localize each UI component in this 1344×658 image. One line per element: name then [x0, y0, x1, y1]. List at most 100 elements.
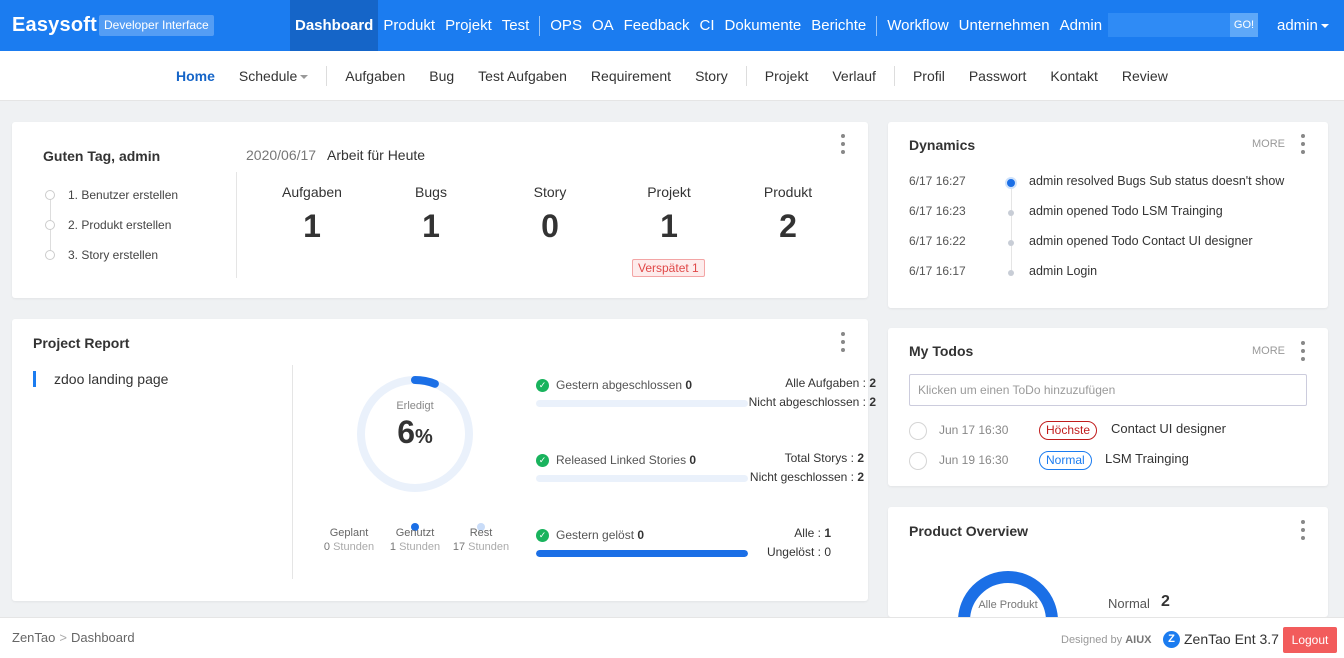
- summary-label: Ungelöst :: [766, 545, 825, 559]
- subnav-home[interactable]: Home: [164, 68, 227, 84]
- subnav-story[interactable]: Story: [683, 68, 740, 84]
- nav-produkt[interactable]: Produkt: [378, 0, 440, 51]
- summary-value: 2: [869, 376, 876, 390]
- subnav-profil[interactable]: Profil: [901, 68, 957, 84]
- summary-label: Alle Aufgaben :: [785, 376, 870, 390]
- version-label[interactable]: ZenTao Ent 3.7: [1184, 631, 1279, 647]
- metric-name-text: Gestern abgeschlossen: [556, 378, 683, 392]
- subnav-projekt[interactable]: Projekt: [753, 68, 821, 84]
- step-item[interactable]: 1. Benutzer erstellen: [44, 186, 178, 216]
- nav-projekt[interactable]: Projekt: [440, 0, 497, 51]
- nav-feedback[interactable]: Feedback: [619, 0, 695, 51]
- todos-menu-icon[interactable]: [1300, 341, 1306, 361]
- todo-date: Jun 17 16:30: [939, 423, 1009, 437]
- dynamics-time: 6/17 16:22: [909, 234, 966, 248]
- stat-aufgaben[interactable]: Aufgaben 1: [262, 184, 362, 245]
- stat-label: Projekt: [647, 184, 691, 200]
- nav-ci[interactable]: CI: [695, 0, 720, 51]
- dynamics-time: 6/17 16:27: [909, 174, 966, 188]
- metric-progress-bar: [536, 475, 748, 482]
- subnav-passwort[interactable]: Passwort: [957, 68, 1039, 84]
- subnav-test-aufgaben[interactable]: Test Aufgaben: [466, 68, 579, 84]
- subnav-divider: [893, 66, 895, 86]
- step-item[interactable]: 3. Story erstellen: [44, 246, 178, 276]
- metric-count: 0: [685, 378, 693, 392]
- breadcrumb-root[interactable]: ZenTao: [12, 630, 55, 645]
- dynamics-more-link[interactable]: MORE: [1252, 138, 1285, 150]
- nav-workflow[interactable]: Workflow: [882, 0, 953, 51]
- nav-unternehmen[interactable]: Unternehmen: [954, 0, 1055, 51]
- nav-test[interactable]: Test: [497, 0, 535, 51]
- summary-value: 0: [824, 545, 831, 559]
- subnav-requirement[interactable]: Requirement: [579, 68, 683, 84]
- hours-label: Geplant: [329, 527, 369, 539]
- nav-berichte[interactable]: Berichte: [806, 0, 871, 51]
- check-circle-icon: ✓: [536, 379, 549, 392]
- add-todo-input[interactable]: [909, 374, 1307, 406]
- summary-label: Nicht abgeschlossen :: [748, 395, 870, 409]
- stat-value: 0: [541, 208, 559, 244]
- subnav-divider: [326, 66, 328, 86]
- dynamics-text: admin opened Todo Contact UI designer: [1029, 234, 1253, 248]
- panel-title: Project Report: [33, 335, 130, 351]
- project-report-menu-icon[interactable]: [840, 332, 846, 352]
- summary-label: Alle :: [794, 526, 825, 540]
- stat-label: Aufgaben: [282, 184, 342, 200]
- subnav-aufgaben[interactable]: Aufgaben: [333, 68, 417, 84]
- timeline-line: [1011, 182, 1012, 272]
- stat-value: 1: [660, 208, 678, 244]
- developer-interface-badge[interactable]: Developer Interface: [99, 15, 214, 36]
- priority-badge: Höchste: [1039, 421, 1098, 440]
- stat-produkt[interactable]: Produkt 2: [738, 184, 838, 245]
- nav-divider: [876, 15, 878, 36]
- project-link[interactable]: zdoo landing page: [33, 371, 168, 387]
- nav-dashboard[interactable]: Dashboard: [290, 0, 379, 51]
- user-menu[interactable]: admin: [1277, 17, 1329, 34]
- subnav-schedule[interactable]: Schedule: [227, 68, 320, 84]
- metric-progress-bar: [536, 400, 748, 407]
- check-circle-icon: ✓: [536, 529, 549, 542]
- product-overview-menu-icon[interactable]: [1300, 520, 1306, 540]
- brand-logo[interactable]: Easysoft: [12, 14, 97, 37]
- todo-checkbox[interactable]: [909, 422, 927, 440]
- metric-summary: Alle Aufgaben : 2 Nicht abgeschlossen : …: [749, 374, 876, 412]
- nav-oa[interactable]: OA: [587, 0, 619, 51]
- todo-name[interactable]: LSM Trainging: [1105, 451, 1189, 466]
- step-label: 1. Benutzer erstellen: [68, 188, 179, 202]
- nav-admin[interactable]: Admin: [1055, 0, 1108, 51]
- stat-value: 1: [303, 208, 321, 244]
- breadcrumb-current[interactable]: Dashboard: [71, 630, 135, 645]
- progress-value: 6%: [355, 414, 475, 451]
- dynamics-text: admin resolved Bugs Sub status doesn't s…: [1029, 174, 1285, 188]
- stat-value: 1: [422, 208, 440, 244]
- search-go-button[interactable]: GO!: [1230, 13, 1258, 37]
- product-overview-panel: Product Overview Alle Produkt Normal 2: [888, 507, 1328, 617]
- subnav-review[interactable]: Review: [1110, 68, 1180, 84]
- step-label: 2. Produkt erstellen: [68, 218, 172, 232]
- logout-button[interactable]: Logout: [1283, 627, 1337, 653]
- stat-bugs[interactable]: Bugs 1: [381, 184, 481, 245]
- sub-nav: Home Schedule Aufgaben Bug Test Aufgaben…: [0, 51, 1344, 101]
- chevron-down-icon: [300, 75, 309, 80]
- hours-unit: Stunden: [468, 541, 510, 553]
- metric-count: 0: [637, 528, 645, 542]
- hours-planned: Geplant 0 Stunden: [314, 527, 384, 553]
- top-header: Easysoft Developer Interface Dashboard P…: [0, 0, 1344, 51]
- todo-checkbox[interactable]: [909, 452, 927, 470]
- stat-projekt[interactable]: Projekt 1: [619, 184, 719, 245]
- dynamics-panel: Dynamics MORE 6/17 16:27 admin resolved B…: [888, 122, 1328, 308]
- metric-name: Gestern abgeschlossen 0: [556, 378, 692, 392]
- subnav-verlauf[interactable]: Verlauf: [820, 68, 888, 84]
- todos-more-link[interactable]: MORE: [1252, 345, 1285, 357]
- dynamics-menu-icon[interactable]: [1300, 134, 1306, 154]
- nav-dokumente[interactable]: Dokumente: [720, 0, 807, 51]
- todo-name[interactable]: Contact UI designer: [1111, 421, 1226, 436]
- subnav-kontakt[interactable]: Kontakt: [1038, 68, 1109, 84]
- nav-ops[interactable]: OPS: [545, 0, 587, 51]
- search-input[interactable]: [1108, 13, 1230, 37]
- late-badge[interactable]: Verspätet 1: [632, 259, 705, 277]
- stat-story[interactable]: Story 0: [500, 184, 600, 245]
- step-item[interactable]: 2. Produkt erstellen: [44, 216, 178, 246]
- welcome-menu-icon[interactable]: [840, 134, 846, 154]
- subnav-bug[interactable]: Bug: [417, 68, 466, 84]
